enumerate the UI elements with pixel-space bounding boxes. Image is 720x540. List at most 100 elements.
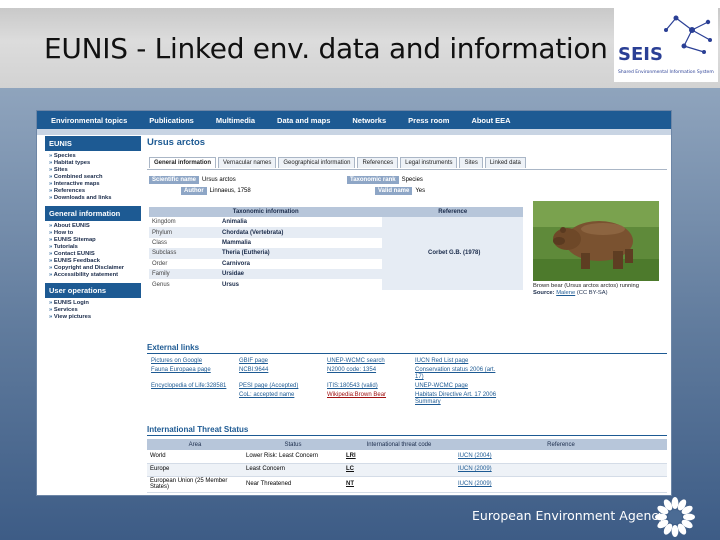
sidebar-item-species[interactable]: Species [49, 153, 141, 160]
valid-name-label: Valid name [375, 187, 413, 195]
external-link[interactable]: CoL: accepted name [239, 392, 294, 398]
external-links-cell: Encyclopedia of Life:328581 [149, 382, 237, 391]
threat-reference-link[interactable]: IUCN (2009) [455, 463, 667, 477]
sidebar-item-accessibility-statement[interactable]: Accessibility statement [49, 272, 141, 279]
sidebar-item-references[interactable]: References [49, 188, 141, 195]
brown-bear-photo [533, 201, 659, 281]
external-links-row: Pictures on Google GBIF page UNEP-WCMC sea… [149, 357, 501, 366]
top-navigation: Environmental topics Publications Multimed… [37, 111, 671, 129]
external-link[interactable]: Habitats Directive Art. 17 2006 Summary [415, 392, 496, 405]
external-link[interactable]: N2000 code: 1354 [327, 367, 376, 373]
external-links-cell: UNEP-WCMC page [413, 382, 501, 391]
external-link[interactable]: PESI page (Accepted) [239, 383, 298, 389]
photo-caption-text: Brown bear (Ursus arctos arctos) running [533, 283, 639, 289]
sidebar-item-how-to[interactable]: How to [49, 230, 141, 237]
sidebar-item-about-eunis[interactable]: About EUNIS [49, 223, 141, 230]
sidebar-heading-user-operations: User operations [45, 283, 141, 298]
threat-status: Least Concern [243, 463, 343, 477]
taxonomy-value: Ursus [222, 281, 240, 288]
sidebar-item-eunis-sitemap[interactable]: EUNIS Sitemap [49, 237, 141, 244]
sidebar-item-downloads-and-links[interactable]: Downloads and links [49, 195, 141, 202]
sidebar-item-habitat-types[interactable]: Habitat types [49, 160, 141, 167]
author-label: Author [181, 187, 207, 195]
sidebar-item-eunis-feedback[interactable]: EUNIS Feedback [49, 258, 141, 265]
taxonomic-rank-value: Species [401, 177, 423, 183]
scientific-name-label: Scientific name [149, 176, 200, 184]
photo-source-label: Source: [533, 290, 555, 296]
seis-logo-text: SEIS [618, 44, 663, 65]
sidebar-item-interactive-maps[interactable]: Interactive maps [49, 181, 141, 188]
sidebar-item-contact-eunis[interactable]: Contact EUNIS [49, 251, 141, 258]
nav-networks[interactable]: Networks [352, 116, 386, 125]
scientific-name-row: Scientific name Ursus arctos [149, 176, 236, 184]
threat-row: Europe Least Concern LC IUCN (2009) [147, 463, 667, 477]
eunis-page-screenshot: Environmental topics Publications Multimed… [36, 110, 672, 496]
external-link[interactable]: NCBI:9644 [239, 367, 268, 373]
tab-vernacular-names[interactable]: Vernacular names [218, 157, 277, 168]
sidebar-heading-general-information: General information [45, 206, 141, 221]
external-link[interactable]: ITIS:180543 (valid) [327, 383, 378, 389]
external-link[interactable]: Fauna Europaea page [151, 367, 211, 373]
taxonomy-rank: Subclass [149, 248, 219, 259]
threat-code-link[interactable]: NT [343, 476, 455, 493]
external-link[interactable]: GBIF page [239, 358, 268, 364]
taxonomy-row: Kingdom Animalia Corbet G.B. (1978) [149, 217, 523, 290]
threat-row: World Lower Risk: Least Concern LRl IUCN (2… [147, 450, 667, 464]
taxonomy-value: Carnivora [222, 260, 251, 267]
threat-area: World [147, 450, 243, 464]
valid-name-row: Valid name Yes [375, 187, 425, 195]
threat-status: Near Threatened [243, 476, 343, 493]
external-link[interactable]: Wikipedia:Brown Bear [327, 392, 386, 398]
species-main: Ursus arctos General information Vernacul… [147, 137, 667, 493]
nav-press-room[interactable]: Press room [408, 116, 449, 125]
nav-publications[interactable]: Publications [149, 116, 194, 125]
nav-about-eea[interactable]: About EEA [471, 116, 510, 125]
sidebar-item-eunis-login[interactable]: EUNIS Login [49, 300, 141, 307]
threat-status: Lower Risk: Least Concern [243, 450, 343, 464]
external-link[interactable]: IUCN Red List page [415, 358, 468, 364]
tab-references[interactable]: References [357, 157, 399, 168]
taxonomy-value: Animalia [222, 219, 248, 226]
sidebar-item-view-pictures[interactable]: View pictures [49, 314, 141, 321]
external-link[interactable]: UNEP-WCMC page [415, 383, 468, 389]
taxonomy-rank: Genus [152, 281, 170, 288]
external-links-cell: Wikipedia:Brown Bear [325, 391, 413, 407]
tab-general-information[interactable]: General information [149, 157, 217, 168]
external-links-row: Encyclopedia of Life:328581 PESI page (Ac… [149, 382, 501, 391]
sidebar-item-tutorials[interactable]: Tutorials [49, 244, 141, 251]
taxonomy-header: Taxonomic information [149, 207, 383, 217]
sidebar: EUNISSpeciesHabitat typesSitesCombined s… [45, 136, 141, 325]
sidebar-item-copyright-and-disclaimer[interactable]: Copyright and Disclaimer [49, 265, 141, 272]
external-links-cell: NCBI:9644 [237, 366, 325, 382]
eea-flower-logo [655, 497, 695, 537]
photo-author-link[interactable]: Malene [556, 290, 575, 296]
nav-environmental-topics[interactable]: Environmental topics [51, 116, 127, 125]
photo-caption: Brown bear (Ursus arctos arctos) running… [533, 283, 659, 297]
nav-data-and-maps[interactable]: Data and maps [277, 116, 330, 125]
threat-code-link[interactable]: LRl [343, 450, 455, 464]
taxonomic-rank-label: Taxonomic rank [347, 176, 399, 184]
external-link[interactable]: Pictures on Google [151, 358, 202, 364]
taxonomy-reference: Corbet G.B. (1978) [382, 217, 523, 290]
external-links-cell: GBIF page [237, 357, 325, 366]
nav-subband [37, 129, 671, 135]
external-link[interactable]: Conservation status 2006 (art. 17) [415, 367, 495, 380]
threat-code-link[interactable]: LC [343, 463, 455, 477]
taxonomy-rank: Order [152, 260, 168, 267]
threat-reference-link[interactable]: IUCN (2009) [455, 476, 667, 493]
threat-area: European Union (25 Member States) [147, 476, 243, 493]
species-title: Ursus arctos [147, 137, 206, 148]
threat-reference-link[interactable]: IUCN (2004) [455, 450, 667, 464]
tab-geographical-information[interactable]: Geographical information [278, 157, 356, 168]
external-link[interactable]: Encyclopedia of Life:328581 [151, 383, 226, 389]
nav-multimedia[interactable]: Multimedia [216, 116, 255, 125]
threat-status-heading: International Threat Status [147, 425, 667, 436]
tab-sites[interactable]: Sites [459, 157, 483, 168]
tab-legal-instruments[interactable]: Legal instruments [400, 157, 458, 168]
sidebar-item-services[interactable]: Services [49, 307, 141, 314]
tab-linked-data[interactable]: Linked data [484, 157, 526, 168]
external-links-cell: IUCN Red List page [413, 357, 501, 366]
external-link[interactable]: UNEP-WCMC search [327, 358, 385, 364]
sidebar-item-combined-search[interactable]: Combined search [49, 174, 141, 181]
sidebar-item-sites[interactable]: Sites [49, 167, 141, 174]
